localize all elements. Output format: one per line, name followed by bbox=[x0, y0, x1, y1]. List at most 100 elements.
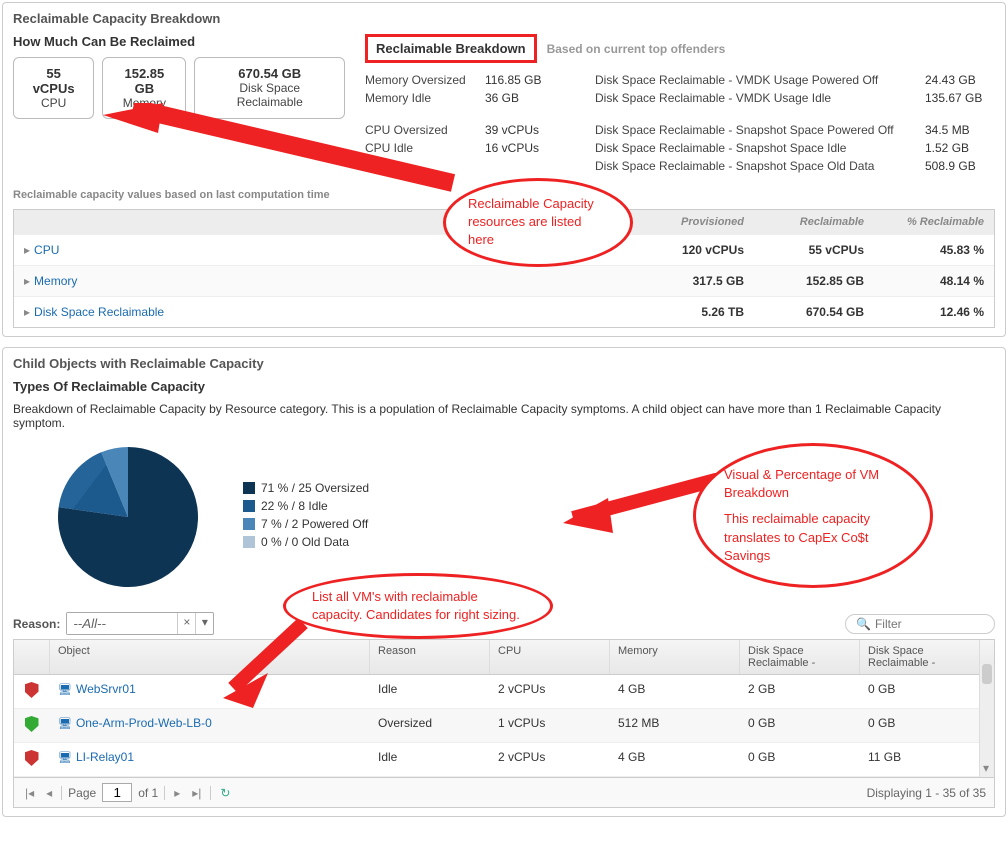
vertical-scrollbar[interactable]: ▾ bbox=[979, 664, 994, 777]
filter-input[interactable] bbox=[875, 617, 975, 631]
vm-link[interactable]: WebSrvr01 bbox=[76, 682, 136, 696]
reason-label: Reason: bbox=[13, 617, 60, 631]
col-provisioned[interactable]: Provisioned bbox=[634, 210, 754, 234]
mem-idle-value: 36 GB bbox=[485, 91, 565, 105]
cpu-metric-box: 55 vCPUs CPU bbox=[13, 57, 94, 119]
prev-page-button[interactable]: ◂ bbox=[43, 786, 55, 800]
disk-snap-idle-label: Disk Space Reclaimable - Snapshot Space … bbox=[595, 141, 925, 155]
cell-reason: Idle bbox=[370, 675, 490, 708]
memory-metric-label: Memory bbox=[113, 96, 175, 110]
child-objects-panel: Child Objects with Reclaimable Capacity … bbox=[2, 347, 1006, 817]
legend-old-data: 0 % / 0 Old Data bbox=[261, 535, 349, 549]
pager-bar: |◂ ◂ Page of 1 ▸ ▸| ↻ Displaying 1 - 35 … bbox=[13, 778, 995, 808]
legend-swatch-icon bbox=[243, 536, 255, 548]
chevron-down-icon[interactable]: ▾ bbox=[983, 761, 989, 775]
disk-vmdk-off-label: Disk Space Reclaimable - VMDK Usage Powe… bbox=[595, 73, 925, 87]
row-cpu-label[interactable]: CPU bbox=[34, 243, 59, 257]
vm-grid: Object Reason CPU Memory Disk Space Recl… bbox=[13, 639, 995, 778]
mem-oversized-value: 116.85 GB bbox=[485, 73, 565, 87]
status-badge-icon bbox=[25, 682, 39, 698]
types-heading: Types Of Reclaimable Capacity bbox=[13, 379, 995, 394]
page-input[interactable] bbox=[102, 783, 132, 802]
legend-powered-off: 7 % / 2 Powered Off bbox=[261, 517, 368, 531]
row-disk-label[interactable]: Disk Space Reclaimable bbox=[34, 305, 164, 319]
reclaimable-breakdown-panel: Reclaimable Capacity Breakdown How Much … bbox=[2, 2, 1006, 337]
cell-mem: 512 MB bbox=[610, 709, 740, 742]
cell-disk1: 2 GB bbox=[740, 675, 860, 708]
cell-mem: 4 GB bbox=[610, 675, 740, 708]
disk-snap-idle-value: 1.52 GB bbox=[925, 141, 995, 155]
cell-mem: 4 GB bbox=[610, 743, 740, 776]
disk-metric-box: 670.54 GB Disk Space Reclaimable bbox=[194, 57, 345, 119]
reason-combobox[interactable]: × ▾ bbox=[66, 612, 214, 635]
grid-row[interactable]: 🖥WebSrvr01 Idle 2 vCPUs 4 GB 2 GB 0 GB bbox=[14, 675, 994, 709]
legend-swatch-icon bbox=[243, 500, 255, 512]
cpu-metric-value: 55 vCPUs bbox=[24, 66, 83, 96]
grid-row[interactable]: 🖥LI-Relay01 Idle 2 vCPUs 4 GB 0 GB 11 GB bbox=[14, 743, 994, 777]
last-page-button[interactable]: ▸| bbox=[189, 786, 204, 800]
row-memory-prov: 317.5 GB bbox=[634, 266, 754, 296]
scroll-thumb-icon[interactable] bbox=[982, 664, 992, 684]
cell-disk2: 0 GB bbox=[860, 709, 980, 742]
col-cpu[interactable]: CPU bbox=[490, 640, 610, 674]
expand-icon[interactable]: ▸ bbox=[24, 243, 30, 257]
expand-icon[interactable]: ▸ bbox=[24, 305, 30, 319]
expand-icon[interactable]: ▸ bbox=[24, 274, 30, 288]
status-badge-icon bbox=[25, 750, 39, 766]
memory-metric-value: 152.85 GB bbox=[113, 66, 175, 96]
next-page-button[interactable]: ▸ bbox=[171, 786, 183, 800]
panel-title: Child Objects with Reclaimable Capacity bbox=[13, 356, 995, 371]
col-reason[interactable]: Reason bbox=[370, 640, 490, 674]
table-row[interactable]: ▸ Disk Space Reclaimable 5.26 TB 670.54 G… bbox=[14, 296, 994, 327]
pie-legend: 71 % / 25 Oversized 22 % / 8 Idle 7 % / … bbox=[243, 481, 369, 553]
col-pct-reclaimable[interactable]: % Reclaimable bbox=[874, 210, 994, 234]
annotation-callout: List all VM's with reclaimable capacity.… bbox=[283, 573, 553, 639]
table-row[interactable]: ▸Memory 317.5 GB 152.85 GB 48.14 % bbox=[14, 265, 994, 296]
disk-snap-off-label: Disk Space Reclaimable - Snapshot Space … bbox=[595, 123, 925, 137]
col-disk1[interactable]: Disk Space Reclaimable - bbox=[740, 640, 860, 674]
col-memory[interactable]: Memory bbox=[610, 640, 740, 674]
row-cpu-recl: 55 vCPUs bbox=[754, 235, 874, 265]
annotation-callout: Reclaimable Capacity resources are liste… bbox=[443, 178, 633, 267]
disk-vmdk-idle-label: Disk Space Reclaimable - VMDK Usage Idle bbox=[595, 91, 925, 105]
row-memory-label[interactable]: Memory bbox=[34, 274, 77, 288]
annotation-callout: Visual & Percentage of VM Breakdown This… bbox=[693, 443, 933, 588]
disk-snap-off-value: 34.5 MB bbox=[925, 123, 995, 137]
disk-snap-old-label: Disk Space Reclaimable - Snapshot Space … bbox=[595, 159, 925, 173]
mem-oversized-label: Memory Oversized bbox=[365, 73, 485, 87]
grid-row[interactable]: 🖥One-Arm-Prod-Web-LB-0 Oversized 1 vCPUs… bbox=[14, 709, 994, 743]
vm-link[interactable]: One-Arm-Prod-Web-LB-0 bbox=[76, 716, 212, 730]
reason-input[interactable] bbox=[67, 613, 177, 634]
page-label: Page bbox=[68, 786, 96, 800]
cell-disk2: 0 GB bbox=[860, 675, 980, 708]
col-disk2[interactable]: Disk Space Reclaimable - bbox=[860, 640, 980, 674]
legend-oversized: 71 % / 25 Oversized bbox=[261, 481, 369, 495]
cpu-oversized-value: 39 vCPUs bbox=[485, 123, 565, 137]
row-disk-prov: 5.26 TB bbox=[634, 297, 754, 327]
col-reclaimable[interactable]: Reclaimable bbox=[754, 210, 874, 234]
refresh-icon[interactable]: ↻ bbox=[217, 786, 233, 800]
clear-icon[interactable]: × bbox=[177, 613, 195, 634]
vm-icon: 🖥 bbox=[58, 752, 72, 764]
based-on-text: Based on current top offenders bbox=[547, 42, 726, 56]
pie-chart bbox=[53, 442, 203, 592]
row-disk-recl: 670.54 GB bbox=[754, 297, 874, 327]
vm-link[interactable]: LI-Relay01 bbox=[76, 750, 134, 764]
first-page-button[interactable]: |◂ bbox=[22, 786, 37, 800]
disk-snap-old-value: 508.9 GB bbox=[925, 159, 995, 173]
legend-swatch-icon bbox=[243, 482, 255, 494]
disk-vmdk-off-value: 24.43 GB bbox=[925, 73, 995, 87]
mem-idle-label: Memory Idle bbox=[365, 91, 485, 105]
search-icon: 🔍 bbox=[856, 617, 871, 631]
row-disk-pct: 12.46 % bbox=[874, 297, 994, 327]
panel-title: Reclaimable Capacity Breakdown bbox=[13, 11, 995, 26]
row-cpu-prov: 120 vCPUs bbox=[634, 235, 754, 265]
chevron-down-icon[interactable]: ▾ bbox=[195, 613, 213, 634]
page-of-label: of 1 bbox=[138, 786, 158, 800]
col-object[interactable]: Object bbox=[50, 640, 370, 674]
filter-box[interactable]: 🔍 bbox=[845, 614, 995, 634]
disk-metric-value: 670.54 GB bbox=[205, 66, 334, 81]
row-memory-pct: 48.14 % bbox=[874, 266, 994, 296]
types-description: Breakdown of Reclaimable Capacity by Res… bbox=[13, 402, 995, 430]
status-badge-icon bbox=[25, 716, 39, 732]
